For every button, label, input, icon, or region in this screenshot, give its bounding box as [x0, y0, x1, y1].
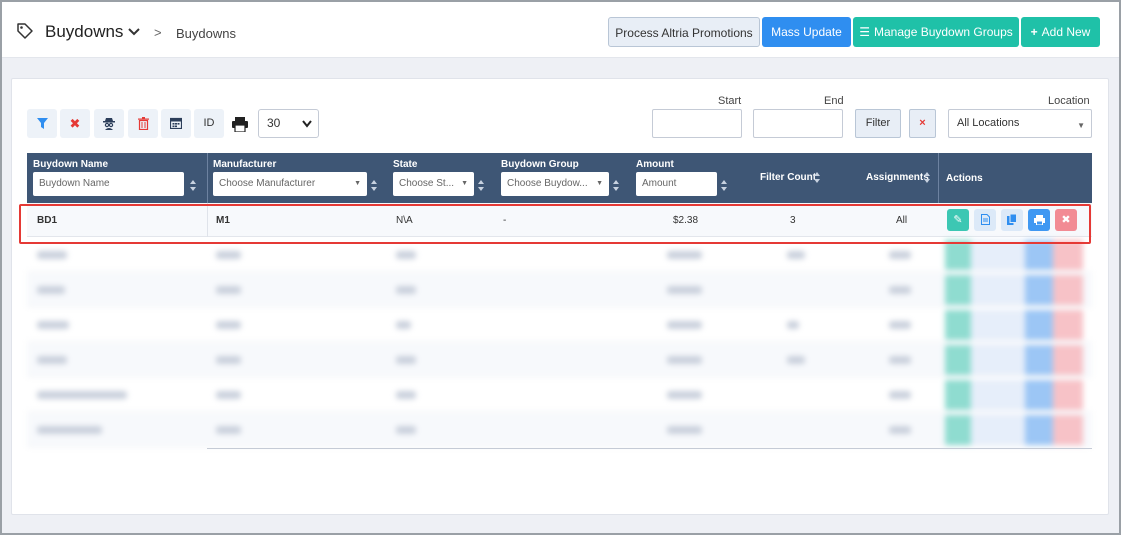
caret-down-icon: ▼: [596, 180, 603, 187]
end-date-input[interactable]: [753, 109, 843, 138]
amount-placeholder: Amount: [642, 178, 677, 189]
filter-icon: [36, 118, 48, 129]
table-row: [27, 343, 1092, 377]
date-range-button[interactable]: [161, 109, 191, 138]
col-amount: Amount: [636, 159, 674, 170]
table-row: [27, 378, 1092, 412]
process-altria-button[interactable]: Process Altria Promotions: [608, 17, 760, 47]
page-size-value: 30: [267, 116, 281, 130]
manage-groups-button[interactable]: ☰ Manage Buydown Groups: [853, 17, 1019, 47]
table-bottom-border: [207, 448, 1092, 449]
chevron-down-icon[interactable]: [128, 27, 140, 37]
col-buydown-group: Buydown Group: [501, 159, 579, 170]
sort-icon[interactable]: [371, 180, 377, 191]
table-row: [27, 308, 1092, 342]
location-value: All Locations: [957, 117, 1020, 129]
buydown-group-placeholder: Choose Buydow...: [507, 178, 588, 189]
amount-filter[interactable]: Amount: [636, 172, 717, 196]
sort-icon[interactable]: [814, 172, 820, 183]
delete-selected-button[interactable]: [128, 109, 158, 138]
col-filter-count: Filter Count: [760, 172, 817, 183]
process-altria-label: Process Altria Promotions: [615, 26, 753, 40]
calendar-icon: [169, 117, 183, 130]
caret-down-icon: ▼: [461, 180, 468, 187]
end-date-label: End: [824, 95, 844, 107]
sort-icon[interactable]: [721, 180, 727, 191]
caret-down-icon: ▼: [1077, 121, 1085, 130]
chevron-down-icon: [302, 120, 312, 128]
id-toggle-button[interactable]: ID: [194, 109, 224, 138]
trash-icon: [137, 117, 149, 131]
sort-icon[interactable]: [478, 180, 484, 191]
list-icon: ☰: [859, 25, 870, 39]
close-icon: ✖: [69, 116, 81, 131]
id-label: ID: [203, 117, 215, 129]
breadcrumb[interactable]: Buydowns: [176, 26, 236, 41]
row-highlight-box: [19, 204, 1091, 244]
start-date-label: Start: [718, 95, 742, 107]
col-state: State: [393, 159, 418, 170]
spy-button[interactable]: [94, 109, 124, 138]
manage-groups-label: Manage Buydown Groups: [874, 25, 1013, 39]
manufacturer-placeholder: Choose Manufacturer: [219, 178, 316, 189]
col-manufacturer: Manufacturer: [213, 159, 277, 170]
page-size-select[interactable]: 30: [258, 109, 319, 138]
buydowns-panel: ✖ ID 30 Start End Location Filter × All …: [11, 78, 1109, 515]
top-bar: Buydowns > Buydowns Process Altria Promo…: [2, 2, 1119, 58]
sort-icon[interactable]: [613, 180, 619, 191]
col-assignments: Assignments: [866, 172, 929, 183]
column-divider: [938, 153, 939, 203]
table-row: [27, 413, 1092, 447]
clear-filters-button[interactable]: ✖: [60, 109, 90, 138]
add-new-label: Add New: [1041, 25, 1091, 39]
print-icon[interactable]: [232, 117, 248, 132]
mass-update-button[interactable]: Mass Update: [762, 17, 851, 47]
spy-icon: [103, 118, 115, 130]
close-icon: ×: [919, 117, 926, 129]
manufacturer-filter[interactable]: Choose Manufacturer ▼: [213, 172, 367, 196]
col-actions: Actions: [946, 173, 983, 184]
location-select[interactable]: All Locations ▼: [948, 109, 1092, 138]
sort-icon[interactable]: [924, 172, 930, 183]
tag-icon: [17, 23, 33, 39]
clear-date-button[interactable]: ×: [909, 109, 936, 138]
add-new-button[interactable]: + Add New: [1021, 17, 1100, 47]
table-header: Buydown Name Buydown Name Manufacturer C…: [27, 153, 1092, 203]
plus-icon: +: [1030, 25, 1038, 39]
start-date-input[interactable]: [652, 109, 742, 138]
location-label: Location: [1048, 95, 1090, 107]
breadcrumb-separator: >: [154, 25, 162, 40]
filter-button[interactable]: [27, 109, 57, 138]
state-filter[interactable]: Choose St... ▼: [393, 172, 474, 196]
buydown-group-filter[interactable]: Choose Buydow... ▼: [501, 172, 609, 196]
col-buydown-name: Buydown Name: [33, 159, 109, 170]
mass-update-label: Mass Update: [771, 25, 842, 39]
filter-apply-button[interactable]: Filter: [855, 109, 901, 138]
sort-icon[interactable]: [190, 180, 196, 191]
state-placeholder: Choose St...: [399, 178, 455, 189]
buydown-name-filter[interactable]: Buydown Name: [33, 172, 184, 196]
column-divider: [207, 153, 208, 203]
page-title: Buydowns: [45, 22, 124, 41]
buydown-name-placeholder: Buydown Name: [39, 178, 110, 189]
filter-label: Filter: [865, 117, 891, 129]
table-row: [27, 273, 1092, 307]
caret-down-icon: ▼: [354, 180, 361, 187]
